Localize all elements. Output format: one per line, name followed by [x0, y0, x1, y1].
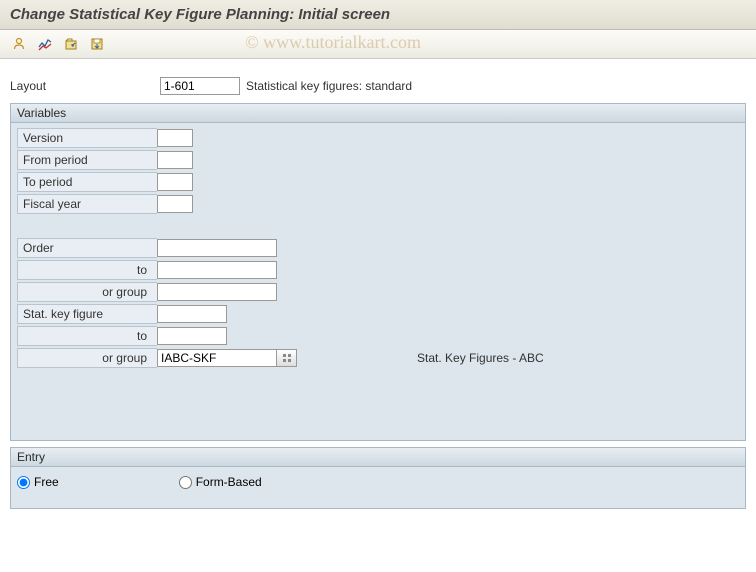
- order-group-input[interactable]: [157, 283, 277, 301]
- title-bar: Change Statistical Key Figure Planning: …: [0, 0, 756, 30]
- entry-free-radio[interactable]: [17, 476, 30, 489]
- fiscal-year-label: Fiscal year: [17, 194, 157, 214]
- value-help-icon[interactable]: [277, 349, 297, 367]
- entry-free-label: Free: [34, 475, 59, 489]
- order-group-label: or group: [17, 282, 157, 302]
- chart-icon[interactable]: [34, 34, 56, 54]
- content-area: Layout Statistical key figures: standard…: [0, 59, 756, 525]
- entry-form-label: Form-Based: [196, 475, 262, 489]
- variables-panel-header: Variables: [11, 104, 745, 123]
- order-label: Order: [17, 238, 157, 258]
- fiscal-year-input[interactable]: [157, 195, 193, 213]
- stat-group-description: Stat. Key Figures - ABC: [417, 351, 544, 365]
- layout-description: Statistical key figures: standard: [246, 79, 412, 93]
- page-title: Change Statistical Key Figure Planning: …: [10, 6, 390, 23]
- layout-label: Layout: [10, 79, 160, 93]
- order-to-input[interactable]: [157, 261, 277, 279]
- version-label: Version: [17, 128, 157, 148]
- from-period-label: From period: [17, 150, 157, 170]
- order-input[interactable]: [157, 239, 277, 257]
- entry-free-option[interactable]: Free: [17, 475, 59, 489]
- person-icon[interactable]: [8, 34, 30, 54]
- save-icon[interactable]: [86, 34, 108, 54]
- to-period-input[interactable]: [157, 173, 193, 191]
- stat-group-label: or group: [17, 348, 157, 368]
- entry-form-option[interactable]: Form-Based: [179, 475, 262, 489]
- toolbar: [0, 30, 756, 59]
- from-period-input[interactable]: [157, 151, 193, 169]
- stat-to-label: to: [17, 326, 157, 346]
- stat-group-input[interactable]: [157, 349, 277, 367]
- order-to-label: to: [17, 260, 157, 280]
- entry-panel: Entry Free Form-Based: [10, 447, 746, 509]
- layout-input[interactable]: [160, 77, 240, 95]
- stat-key-figure-input[interactable]: [157, 305, 227, 323]
- open-icon[interactable]: [60, 34, 82, 54]
- layout-row: Layout Statistical key figures: standard: [10, 77, 746, 95]
- entry-panel-header: Entry: [11, 448, 745, 467]
- to-period-label: To period: [17, 172, 157, 192]
- entry-form-radio[interactable]: [179, 476, 192, 489]
- variables-panel: Variables Version From period To period …: [10, 103, 746, 441]
- stat-key-figure-label: Stat. key figure: [17, 304, 157, 324]
- version-input[interactable]: [157, 129, 193, 147]
- stat-to-input[interactable]: [157, 327, 227, 345]
